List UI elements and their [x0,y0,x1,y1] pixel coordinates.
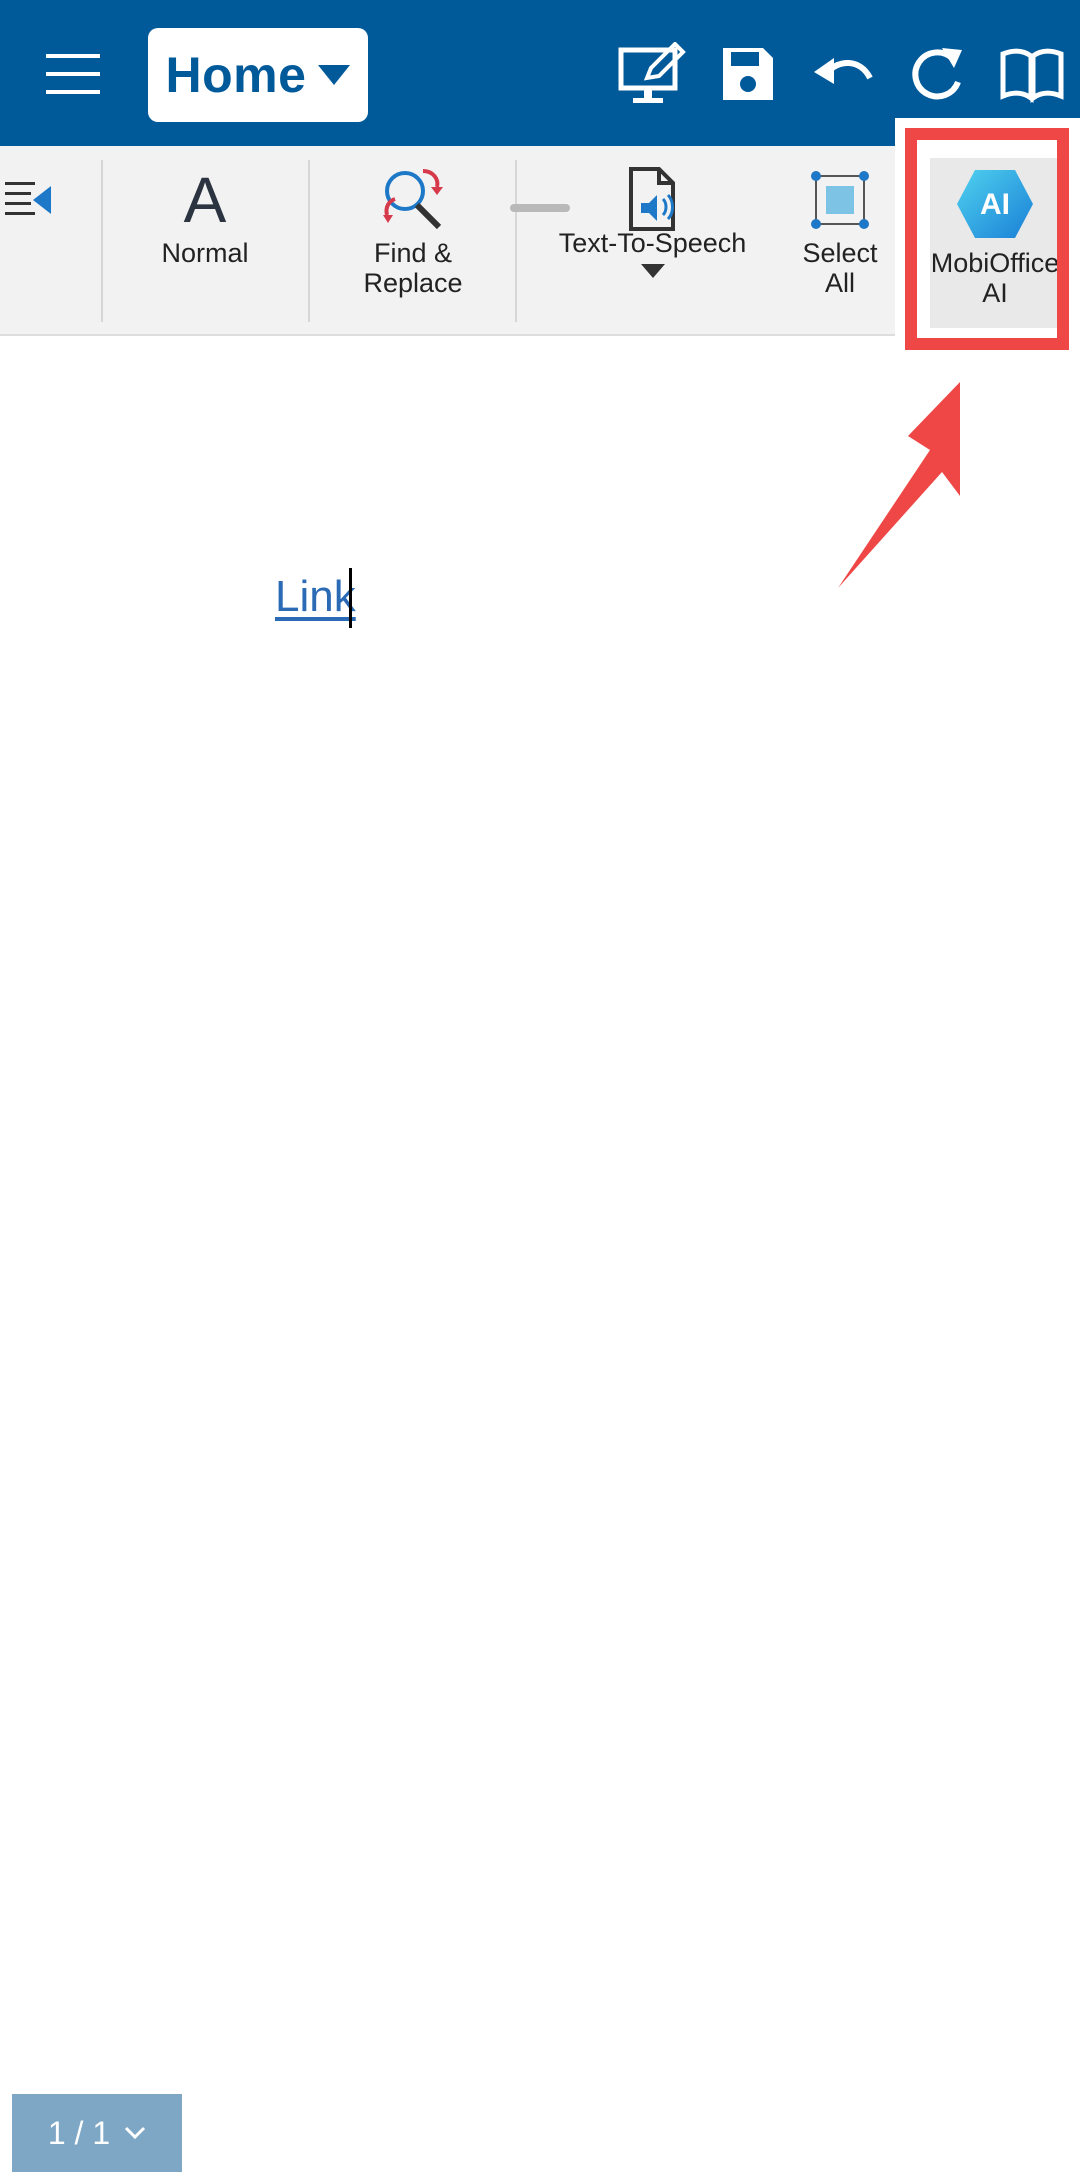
reading-mode-icon [1000,48,1064,103]
menu-button[interactable] [28,34,118,114]
select-all-icon [811,171,869,229]
ribbon-separator [308,160,310,322]
document-link[interactable]: Link [275,572,356,622]
ribbon-item-label: Select All [802,238,878,298]
ribbon-item-normal[interactable]: A Normal [125,162,285,322]
ribbon-item-find-replace[interactable]: Find & Replace [333,162,493,322]
ribbon-separator [515,160,517,322]
text-cursor [349,568,352,628]
find-replace-icon [383,169,443,230]
ribbon-resize-handle[interactable] [510,204,570,212]
mode-label: Home [165,47,307,103]
mode-dropdown[interactable]: Home [148,28,368,122]
ribbon-separator [101,160,103,322]
ribbon-item-label: Find & Replace [363,238,463,298]
ribbon-item-select-all[interactable]: Select All [780,162,900,322]
page-indicator-label: 1 / 1 [47,2114,111,2151]
highlight-box [905,128,1069,350]
ribbon-item-text-to-speech[interactable]: Text-To-Speech [540,162,765,322]
text-to-speech-icon [628,167,675,231]
undo-icon [814,58,873,84]
chevron-down-icon [125,2126,146,2140]
page-indicator[interactable]: 1 / 1 [12,2094,182,2172]
ribbon-item-label: Normal [161,238,249,268]
save-button[interactable] [708,38,788,110]
redo-icon [912,48,962,100]
redo-button[interactable] [897,38,977,110]
annotation-arrow-icon [838,382,960,588]
reading-mode-button[interactable] [992,38,1072,110]
ribbon-item-label: Text-To-Speech [558,228,747,258]
present-edit-icon [618,42,686,103]
save-icon [723,48,773,100]
chevron-down-icon [318,65,351,85]
menu-icon [46,54,100,94]
text-style-icon: A [183,164,227,236]
present-edit-button[interactable] [612,38,692,110]
ribbon-item-indent[interactable] [0,162,60,322]
app-window: Home A Normal Find & Replace Text-To-Spe… [0,0,1080,2182]
undo-button[interactable] [803,38,883,110]
indent-icon [5,182,51,215]
chevron-down-icon[interactable] [640,264,665,278]
